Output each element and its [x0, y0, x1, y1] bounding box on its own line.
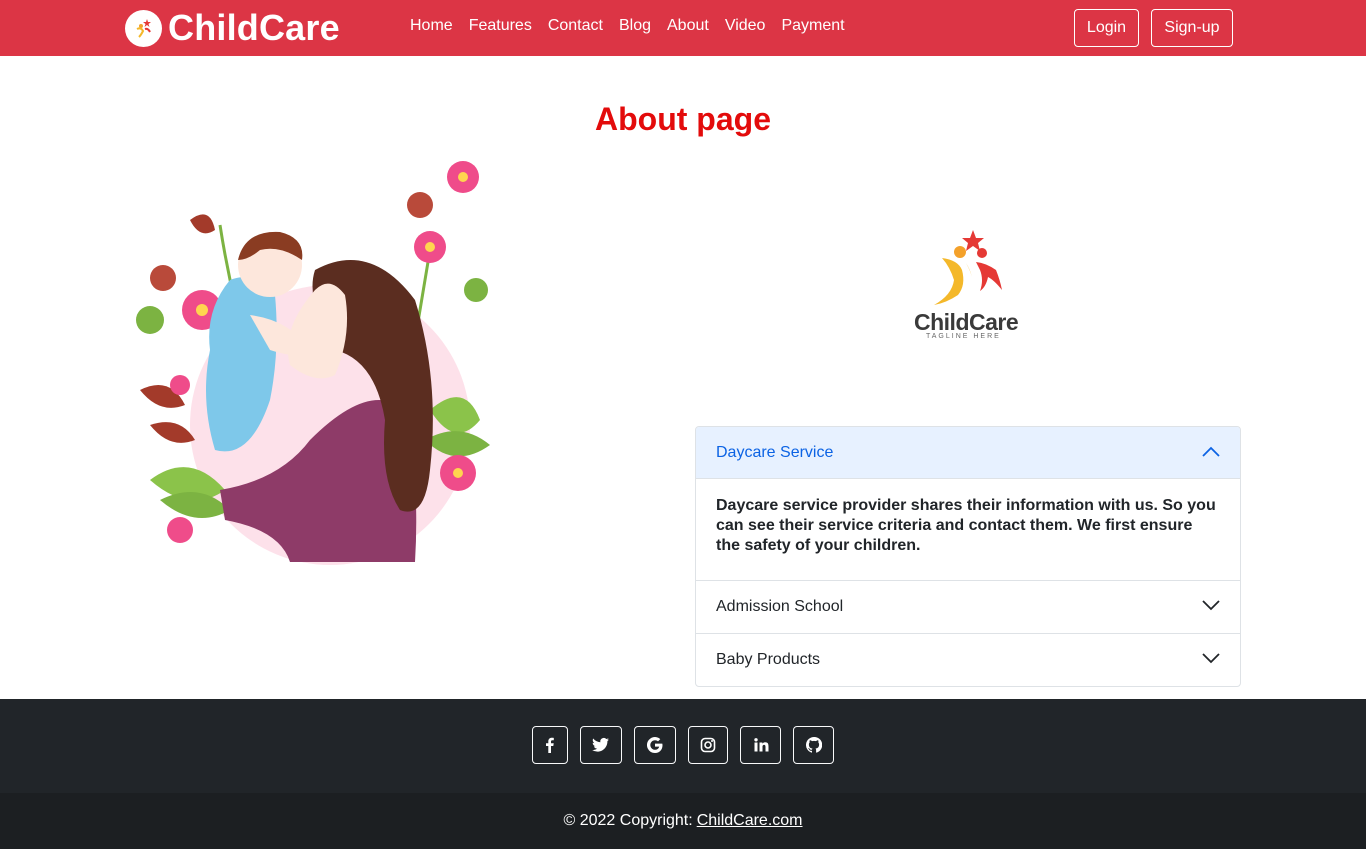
- signup-button[interactable]: Sign-up: [1151, 9, 1233, 47]
- chevron-up-icon: [1202, 444, 1220, 462]
- github-icon[interactable]: [793, 726, 834, 764]
- twitter-icon[interactable]: [580, 726, 622, 764]
- page-title: About page: [595, 101, 771, 137]
- chevron-down-icon: [1202, 598, 1220, 616]
- nav-link-video[interactable]: Video: [717, 17, 774, 35]
- linkedin-icon[interactable]: [740, 726, 781, 764]
- accordion-body-daycare: Daycare service provider shares their in…: [716, 497, 1216, 554]
- copyright-bar: © 2022 Copyright: ChildCare.com: [0, 793, 1366, 849]
- accordion-item-daycare: Daycare Service Daycare service provider…: [696, 427, 1240, 580]
- accordion-label: Admission School: [716, 598, 844, 615]
- chevron-down-icon: [1202, 651, 1220, 669]
- facebook-icon[interactable]: [532, 726, 568, 764]
- accordion-header-admission[interactable]: Admission School: [696, 581, 1240, 633]
- nav-link-contact[interactable]: Contact: [540, 17, 611, 35]
- google-icon[interactable]: [634, 726, 676, 764]
- logo-tagline: TAGLINE HERE: [926, 333, 1001, 340]
- brand[interactable]: ChildCare: [125, 7, 340, 48]
- copyright-link[interactable]: ChildCare.com: [697, 812, 803, 830]
- services-accordion: Daycare Service Daycare service provider…: [695, 426, 1241, 687]
- footer: [0, 699, 1366, 793]
- accordion-item-baby-products: Baby Products: [696, 633, 1240, 686]
- accordion-label: Daycare Service: [716, 443, 834, 461]
- navbar: ChildCare Home Features Contact Blog Abo…: [0, 0, 1366, 56]
- accordion-header-daycare[interactable]: Daycare Service: [696, 427, 1240, 479]
- childcare-figures-icon: [934, 230, 1002, 305]
- accordion-item-admission: Admission School: [696, 580, 1240, 633]
- mother-and-child-illustration: [130, 150, 500, 565]
- accordion-label: Baby Products: [716, 651, 821, 668]
- copyright-text: © 2022 Copyright:: [563, 812, 693, 829]
- childcare-about-logo: ChildCare TAGLINE HERE: [900, 225, 1035, 350]
- nav-link-about[interactable]: About: [659, 17, 717, 35]
- nav-links: Home Features Contact Blog About Video P…: [402, 17, 853, 35]
- nav-link-payment[interactable]: Payment: [773, 17, 852, 35]
- childcare-logo-icon: [125, 9, 162, 47]
- logo-word: ChildCare: [914, 309, 1019, 335]
- nav-link-features[interactable]: Features: [461, 17, 540, 35]
- login-button[interactable]: Login: [1074, 9, 1139, 47]
- nav-link-blog[interactable]: Blog: [611, 17, 659, 35]
- brand-name: ChildCare: [168, 7, 340, 48]
- instagram-icon[interactable]: [688, 726, 728, 764]
- nav-link-home[interactable]: Home: [402, 17, 461, 35]
- accordion-header-baby-products[interactable]: Baby Products: [696, 634, 1240, 686]
